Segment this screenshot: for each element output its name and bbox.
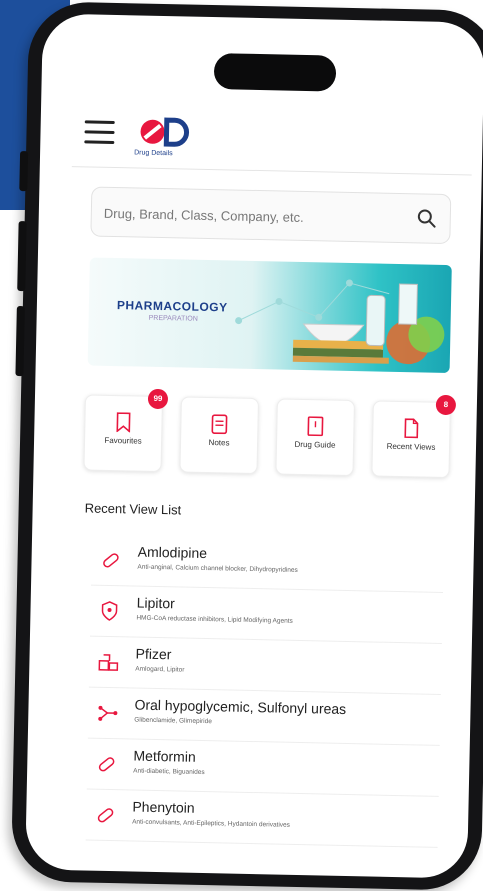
notes-label: Notes [181, 437, 257, 448]
recent-view-list-title: Recent View List [85, 500, 182, 517]
pharmacology-banner[interactable]: PHARMACOLOGY PREPARATION [88, 258, 452, 374]
phone-screen: Drug Details [25, 13, 483, 878]
document-icon [402, 418, 420, 438]
phone-frame: Drug Details [11, 1, 483, 891]
list-item[interactable]: Oral hypoglycemic, Sulfonyl ureas Gliben… [88, 688, 441, 746]
banner-title: PHARMACOLOGY [117, 298, 228, 314]
favourites-label: Favourites [85, 435, 161, 446]
favourites-badge: 99 [148, 389, 168, 409]
list-item[interactable]: Pfizer Amlogard, Lipitor [89, 637, 442, 695]
list-item[interactable]: Metformin Anti-diabetic, Biguanides [87, 739, 440, 797]
silent-switch [19, 151, 28, 191]
molecule-icon [96, 702, 118, 724]
book-icon [306, 416, 324, 436]
item-name: Pfizer [135, 646, 171, 663]
drug-guide-button[interactable]: Drug Guide [275, 398, 355, 476]
search-bar[interactable] [90, 187, 451, 245]
item-subtitle: Amlogard, Lipitor [135, 666, 184, 674]
dynamic-island [214, 53, 337, 92]
notes-icon [210, 414, 228, 434]
item-subtitle: Anti-diabetic, Biguanides [133, 768, 205, 776]
favourites-button[interactable]: Favourites 99 [83, 394, 163, 472]
search-icon[interactable] [416, 207, 438, 229]
list-item[interactable]: Phenytoin Anti-convulsants, Anti-Epilept… [86, 790, 439, 848]
pill-icon [95, 753, 117, 775]
list-item[interactable]: Lipitor HMG-CoA reductase inhibitors, Li… [90, 586, 443, 644]
item-subtitle: Anti-anginal, Calcium channel blocker, D… [137, 564, 298, 574]
header-divider [72, 166, 472, 175]
banner-subtitle: PREPARATION [149, 315, 198, 323]
recent-views-button[interactable]: Recent Views 8 [371, 400, 451, 478]
item-subtitle: Glibenclamide, Glimepiride [134, 717, 212, 726]
recent-views-label: Recent Views [373, 441, 449, 452]
volume-down-button [15, 306, 24, 376]
item-subtitle: Anti-convulsants, Anti-Epileptics, Hydan… [132, 819, 290, 829]
pharmacy-icon [97, 651, 119, 673]
bookmark-icon [114, 412, 132, 432]
pill-icon [94, 804, 116, 826]
notes-button[interactable]: Notes [179, 396, 259, 474]
drug-guide-label: Drug Guide [277, 439, 353, 450]
item-subtitle: HMG-CoA reductase inhibitors, Lipid Modi… [136, 615, 293, 625]
molecule-pattern [88, 258, 452, 374]
pill-icon [99, 549, 121, 571]
item-name: Lipitor [137, 595, 175, 612]
volume-up-button [17, 221, 26, 291]
app-header: Drug Details [84, 114, 461, 168]
item-name: Amlodipine [138, 544, 208, 561]
item-name: Oral hypoglycemic, Sulfonyl ureas [134, 697, 346, 717]
shield-icon [98, 600, 120, 622]
item-name: Phenytoin [132, 799, 195, 816]
menu-icon[interactable] [84, 120, 115, 147]
recent-views-badge: 8 [436, 395, 456, 415]
recent-view-list: Amlodipine Anti-anginal, Calcium channel… [86, 535, 444, 848]
quick-actions: Favourites 99 Notes Drug Guide Recent Vi… [83, 394, 457, 482]
search-input[interactable] [102, 198, 407, 234]
logo-caption: Drug Details [134, 149, 173, 157]
list-item[interactable]: Amlodipine Anti-anginal, Calcium channel… [91, 535, 444, 593]
item-name: Metformin [133, 748, 196, 765]
